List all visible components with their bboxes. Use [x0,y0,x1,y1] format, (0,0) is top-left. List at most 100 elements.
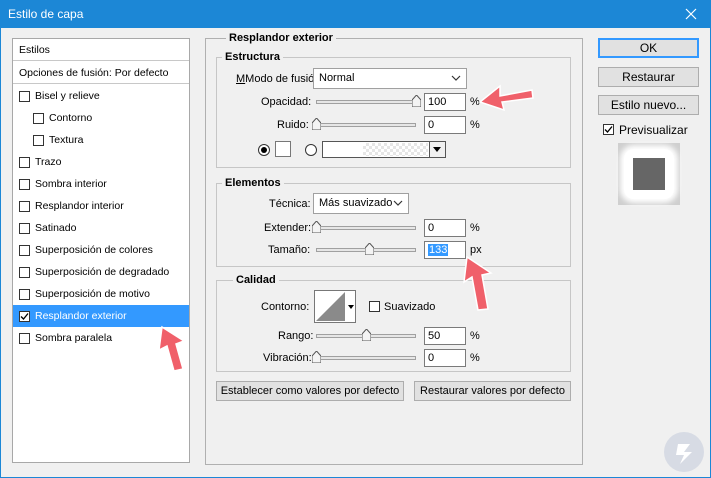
style-item-checkbox[interactable] [19,332,30,344]
window-title: Estilo de capa [8,7,84,21]
reset-button[interactable]: Restaurar [598,67,699,87]
gradient-radio[interactable] [305,144,317,156]
opacity-value: 100 [428,96,447,108]
styles-header-label: Estilos [19,43,50,56]
style-item-checkbox[interactable] [19,222,30,234]
noise-unit: % [470,119,480,131]
size-slider[interactable] [316,243,419,255]
noise-input[interactable]: 0 [424,116,466,134]
noise-slider-thumb[interactable] [312,118,321,130]
style-item-label: Contorno [49,112,93,124]
set-default-button[interactable]: Establecer como valores por defecto [216,381,404,401]
size-slider-thumb[interactable] [365,243,374,255]
glow-color-swatch[interactable] [275,141,291,157]
contour-picker[interactable] [314,290,356,323]
solid-color-radio[interactable] [258,144,270,156]
preview-swatch [618,143,680,205]
style-item-label: Trazo [35,156,62,168]
style-item-checkbox[interactable] [19,200,30,212]
spread-input[interactable]: 0 [424,219,466,237]
range-value: 50 [428,330,441,342]
watermark-icon [676,444,692,464]
style-item-checkbox[interactable] [33,112,44,124]
spread-slider-thumb[interactable] [312,221,321,233]
style-item-label: Textura [49,134,84,146]
range-unit: % [470,330,480,342]
style-item[interactable]: Bisel y relieve [13,85,189,107]
size-value: 133 [428,244,449,256]
style-item-checkbox[interactable] [19,310,30,322]
ok-button[interactable]: OK [598,38,699,58]
opacity-input[interactable]: 100 [424,93,466,111]
antialias-checkbox[interactable] [369,301,380,312]
new-style-button[interactable]: Estilo nuevo... [598,95,699,115]
watermark-logo [664,432,704,472]
caret-down-icon [433,147,441,152]
annotation-arrow-size [463,255,493,311]
style-item-label: Resplandor exterior [35,310,127,322]
style-item-checkbox[interactable] [33,134,44,146]
check-icon [604,126,613,133]
technique-value: Más suavizado [319,197,393,209]
style-item-label: Resplandor interior [35,200,124,212]
style-item[interactable]: Resplandor exterior [13,305,189,327]
range-input[interactable]: 50 [424,327,466,345]
style-item[interactable]: Textura [13,129,189,151]
style-item[interactable]: Sombra interior [13,173,189,195]
style-item-checkbox[interactable] [19,178,30,190]
style-item[interactable]: Contorno [13,107,189,129]
outer-glow-title: Resplandor exterior [226,32,336,44]
style-item-checkbox[interactable] [19,266,30,278]
opacity-slider-thumb[interactable] [412,95,421,107]
style-item[interactable]: Superposición de degradado [13,261,189,283]
opacity-slider[interactable] [316,95,421,107]
style-item-checkbox[interactable] [19,90,30,102]
blend-mode-label: MModo de fusión: [236,73,324,85]
range-slider-thumb[interactable] [362,329,371,341]
style-item-label: Superposición de motivo [35,288,150,300]
jitter-unit: % [470,352,480,364]
chevron-down-icon [451,75,461,81]
elements-title: Elementos [222,177,284,189]
style-item-checkbox[interactable] [19,244,30,256]
technique-label: Técnica: [269,198,311,210]
style-item[interactable]: Satinado [13,217,189,239]
opacity-label: Opacidad: [261,96,312,108]
contour-label: Contorno: [261,301,310,313]
spread-unit: % [470,222,480,234]
quality-title: Calidad [233,274,279,286]
close-icon[interactable] [671,0,711,28]
annotation-arrow-opacity [478,84,534,112]
blend-mode-select[interactable]: Normal [313,68,467,89]
gradient-dropdown-button[interactable] [429,142,445,157]
style-item-label: Satinado [35,222,77,234]
style-item-checkbox[interactable] [19,288,30,300]
check-icon [20,312,29,320]
gradient-picker[interactable] [322,141,446,158]
jitter-slider-thumb[interactable] [312,351,321,363]
blend-mode-label-text: Modo de fusión: [245,73,324,85]
preview-label: Previsualizar [619,123,688,137]
annotation-arrow-outer-glow [158,325,186,372]
blend-options-item[interactable]: Opciones de fusión: Por defecto [13,62,189,84]
style-item[interactable]: Superposición de motivo [13,283,189,305]
caret-down-icon [348,305,354,309]
style-item[interactable]: Trazo [13,151,189,173]
styles-header[interactable]: Estilos [13,39,189,61]
blend-options-label: Opciones de fusión: Por defecto [19,66,169,79]
range-slider[interactable] [316,329,419,341]
preview-checkbox[interactable] [603,124,614,135]
jitter-slider[interactable] [312,351,419,363]
spread-label: Extender: [264,222,312,234]
reset-default-button[interactable]: Restaurar valores por defecto [414,381,571,401]
jitter-input[interactable]: 0 [424,349,466,367]
structure-title: Estructura [222,51,284,63]
style-item[interactable]: Superposición de colores [13,239,189,261]
technique-select[interactable]: Más suavizado [313,193,409,214]
blend-mode-value: Normal [319,72,355,84]
spread-slider[interactable] [312,221,419,233]
style-item-checkbox[interactable] [19,156,30,168]
style-item-label: Superposición de degradado [35,266,170,278]
style-item[interactable]: Resplandor interior [13,195,189,217]
noise-slider[interactable] [312,118,419,130]
